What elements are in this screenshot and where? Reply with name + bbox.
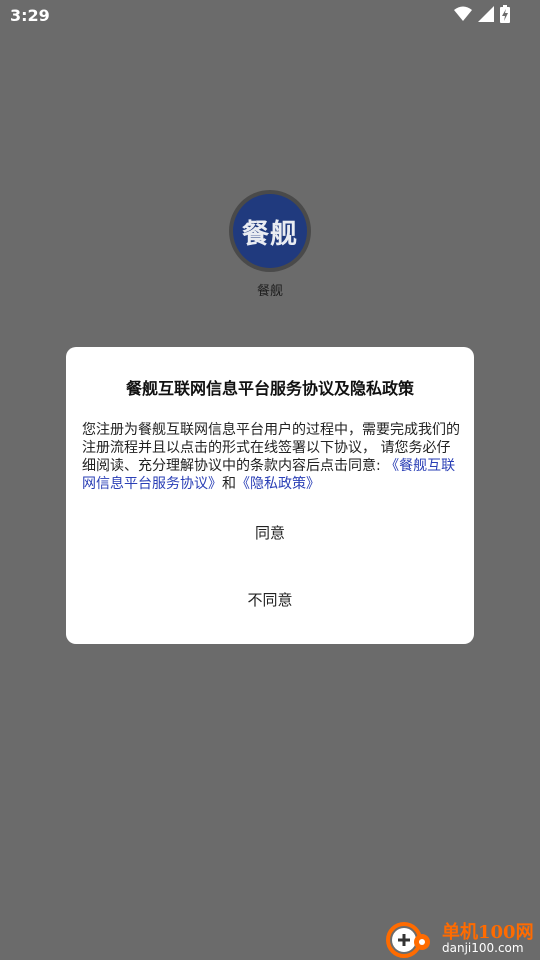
dialog-title: 餐舰互联网信息平台服务协议及隐私政策 — [125, 379, 414, 398]
app-logo-frame: 餐舰 — [229, 190, 311, 272]
dialog-body: 您注册为餐舰互联网信息平台用户的过程中，需要完成我们的注册流程并且以点击的形式在… — [82, 421, 460, 493]
status-time: 3:29 — [10, 6, 50, 25]
battery-charging-icon — [500, 5, 510, 23]
watermark-logo-icon — [386, 922, 430, 958]
status-bar: 3:29 — [0, 0, 540, 30]
privacy-policy-link[interactable]: 《隐私政策》 — [236, 476, 320, 492]
status-icons — [454, 5, 510, 23]
dialog-and-text: 和 — [222, 476, 236, 492]
app-logo: 餐舰 — [233, 194, 307, 268]
agreement-dialog: 餐舰互联网信息平台服务协议及隐私政策 您注册为餐舰互联网信息平台用户的过程中，需… — [66, 347, 474, 644]
watermark-url: danji100.com — [442, 941, 524, 955]
agree-button[interactable]: 同意 — [66, 513, 474, 553]
signal-icon — [478, 6, 494, 22]
wifi-icon — [454, 6, 472, 21]
disagree-button[interactable]: 不同意 — [66, 580, 474, 620]
app-name: 餐舰 — [256, 284, 283, 299]
watermark: 单机100网 danji100.com — [386, 914, 538, 960]
